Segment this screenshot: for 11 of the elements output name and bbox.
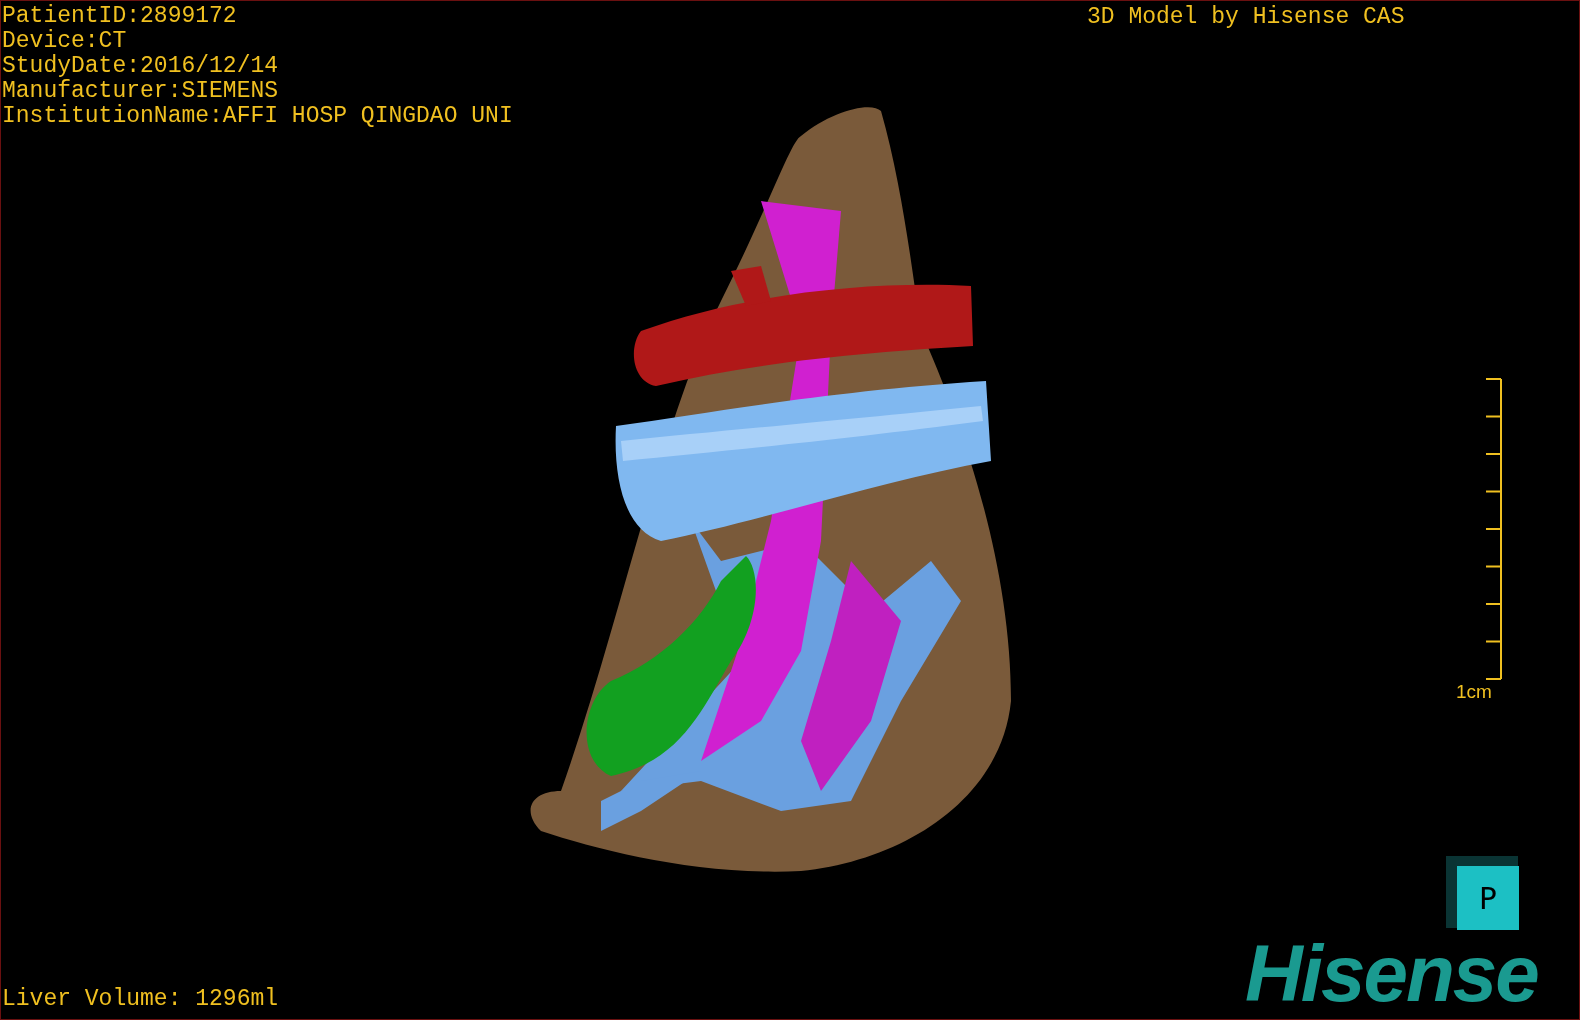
info-text: Manufacturer:SIEMENS [2, 79, 280, 104]
info-text: StudyDate:2016/12/14 [2, 54, 280, 79]
cube-label: P [1478, 880, 1498, 916]
info-text: InstitutionName:AFFI HOSP QINGDAO UNI [2, 104, 513, 129]
orientation-cube[interactable]: P [1446, 856, 1518, 930]
scale-label: 1cm [1456, 681, 1492, 703]
liver-volume-text: Liver Volume: 1296ml [2, 987, 279, 1012]
info-text: PatientID:2899172 [2, 4, 238, 29]
info-text: Device:CT [2, 29, 128, 54]
logo: Hisense [1245, 937, 1538, 1011]
credit-text: 3D Model by Hisense CAS [1087, 5, 1405, 30]
